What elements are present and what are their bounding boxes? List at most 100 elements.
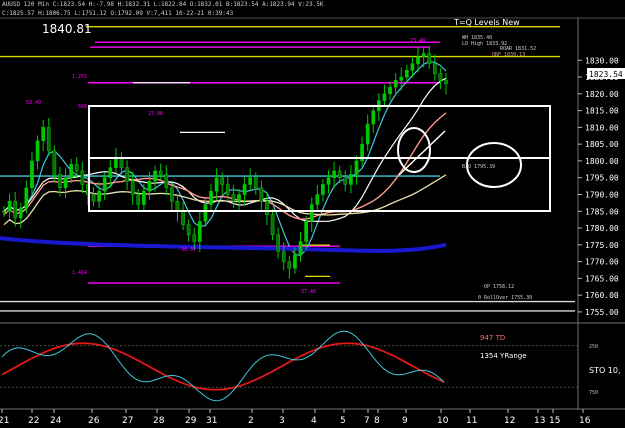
candle-body xyxy=(18,207,23,219)
osc-level-250: 250 xyxy=(589,344,598,350)
y-tick-label: 1790.00 xyxy=(585,190,619,199)
candle-body xyxy=(404,70,409,78)
label-500: 500 xyxy=(78,104,87,110)
label-op: OP 1758.12 xyxy=(484,284,514,290)
candle-body xyxy=(332,170,336,178)
x-tick-label: 29 xyxy=(185,416,197,426)
candle-body xyxy=(175,200,180,212)
candle-body xyxy=(91,194,96,202)
osc-level-750: 750 xyxy=(589,390,598,396)
current-price-label: 1823.54 xyxy=(589,70,623,79)
indicator-title: T=Q Levels New xyxy=(453,18,520,27)
big-price: 1840.81 xyxy=(42,22,92,36)
candle-body xyxy=(253,177,258,189)
candle-body xyxy=(164,174,169,189)
x-tick-label: 16 xyxy=(579,416,591,426)
y-tick-label: 1765.00 xyxy=(585,274,619,283)
info-line: C:1825.57 H:1806.75 L:1751.12 O:1792.09 … xyxy=(2,10,234,17)
candle-body xyxy=(125,167,129,182)
candle-body xyxy=(365,123,370,145)
candle-body xyxy=(315,194,320,205)
label-rollover: 0 RollOver 1755.30 xyxy=(478,295,532,301)
label-7340: 73.40 xyxy=(410,38,425,44)
candle-body xyxy=(309,204,314,222)
candle-body xyxy=(24,187,29,209)
ma-mid xyxy=(3,77,447,222)
candle-body xyxy=(214,177,219,192)
candle-body xyxy=(416,56,420,64)
candle-body xyxy=(114,157,118,168)
candle-body xyxy=(147,180,152,192)
candle-body xyxy=(209,190,213,205)
y-tick-label: 1780.00 xyxy=(585,224,619,233)
osc-slow-line xyxy=(1,342,445,391)
y-tick-label: 1770.00 xyxy=(585,258,619,267)
candle-body xyxy=(197,221,202,242)
candle-body xyxy=(237,194,241,202)
td-label: 947 TD xyxy=(480,334,505,342)
candle-body xyxy=(276,234,281,252)
candle-body xyxy=(399,76,404,81)
x-tick-label: 4 xyxy=(311,416,317,426)
candle-body xyxy=(281,251,286,262)
candle-body xyxy=(326,177,331,185)
candle-body xyxy=(13,200,18,219)
candle-body xyxy=(69,164,73,178)
label-1272-top: 1.272 xyxy=(72,74,87,80)
candle-body xyxy=(130,180,135,195)
candle-body xyxy=(52,150,57,175)
candle-body xyxy=(438,73,443,81)
status-line: AUUSD 120 Min C:1823.54 H:-7.98 H:1832.3… xyxy=(2,1,324,8)
x-tick-label: 24 xyxy=(50,416,62,426)
candle-body xyxy=(231,194,236,202)
candle-body xyxy=(270,214,275,236)
candle-body xyxy=(265,200,269,215)
x-tick-label: 9 xyxy=(402,416,408,426)
candle-body xyxy=(343,177,348,185)
candle-body xyxy=(203,204,208,222)
candle-body xyxy=(63,177,68,189)
y-tick-label: 1815.00 xyxy=(585,107,619,116)
y-tick-label: 1775.00 xyxy=(585,241,619,250)
label-orf: ORF 1830.13 xyxy=(492,52,525,58)
y-tick-label: 1755.00 xyxy=(585,308,619,317)
label-2796: 27.96 xyxy=(148,111,163,117)
candle-body xyxy=(2,211,6,213)
x-tick-label: 3 xyxy=(279,416,285,426)
candle-body xyxy=(354,160,359,175)
candle-body xyxy=(393,80,398,88)
candle-body xyxy=(74,164,79,172)
y-tick-label: 1805.00 xyxy=(585,140,619,149)
x-tick-label: 15 xyxy=(549,416,560,426)
x-tick-label: 21 xyxy=(0,416,9,426)
y-tick-label: 1800.00 xyxy=(585,157,619,166)
candle-body xyxy=(287,261,292,269)
candle-body xyxy=(169,187,174,202)
candle-body xyxy=(192,234,197,242)
x-tick-label: 8 xyxy=(374,416,380,426)
candle-body xyxy=(58,174,62,189)
y-tick-label: 1795.00 xyxy=(585,174,619,183)
candle-body xyxy=(421,53,426,58)
x-tick-label: 31 xyxy=(206,416,217,426)
label-3648: -37.48 xyxy=(298,289,316,295)
x-tick-label: 5 xyxy=(340,416,346,426)
candle-body xyxy=(248,177,253,185)
label-bio: BIO 1795.39 xyxy=(462,164,495,170)
candle-body xyxy=(136,194,141,205)
label-1414: 1.414 xyxy=(72,270,87,276)
candle-body xyxy=(35,140,40,162)
trading-chart[interactable]: AUUSD 120 Min C:1823.54 H:-7.98 H:1832.3… xyxy=(0,0,625,428)
y-tick-label: 1760.00 xyxy=(585,291,619,300)
candle-body xyxy=(97,190,101,202)
candle-body xyxy=(102,177,107,192)
candle-body xyxy=(293,254,297,269)
candle-body xyxy=(186,224,191,236)
price-axis: 1830.001825.001820.001815.001810.001805.… xyxy=(578,56,619,317)
candle-body xyxy=(220,177,225,185)
candle-body xyxy=(259,187,264,202)
candle-body xyxy=(7,200,12,212)
candle-body xyxy=(388,86,392,95)
yrange-label: 1354 YRange xyxy=(480,352,527,360)
candle-body xyxy=(181,211,185,225)
